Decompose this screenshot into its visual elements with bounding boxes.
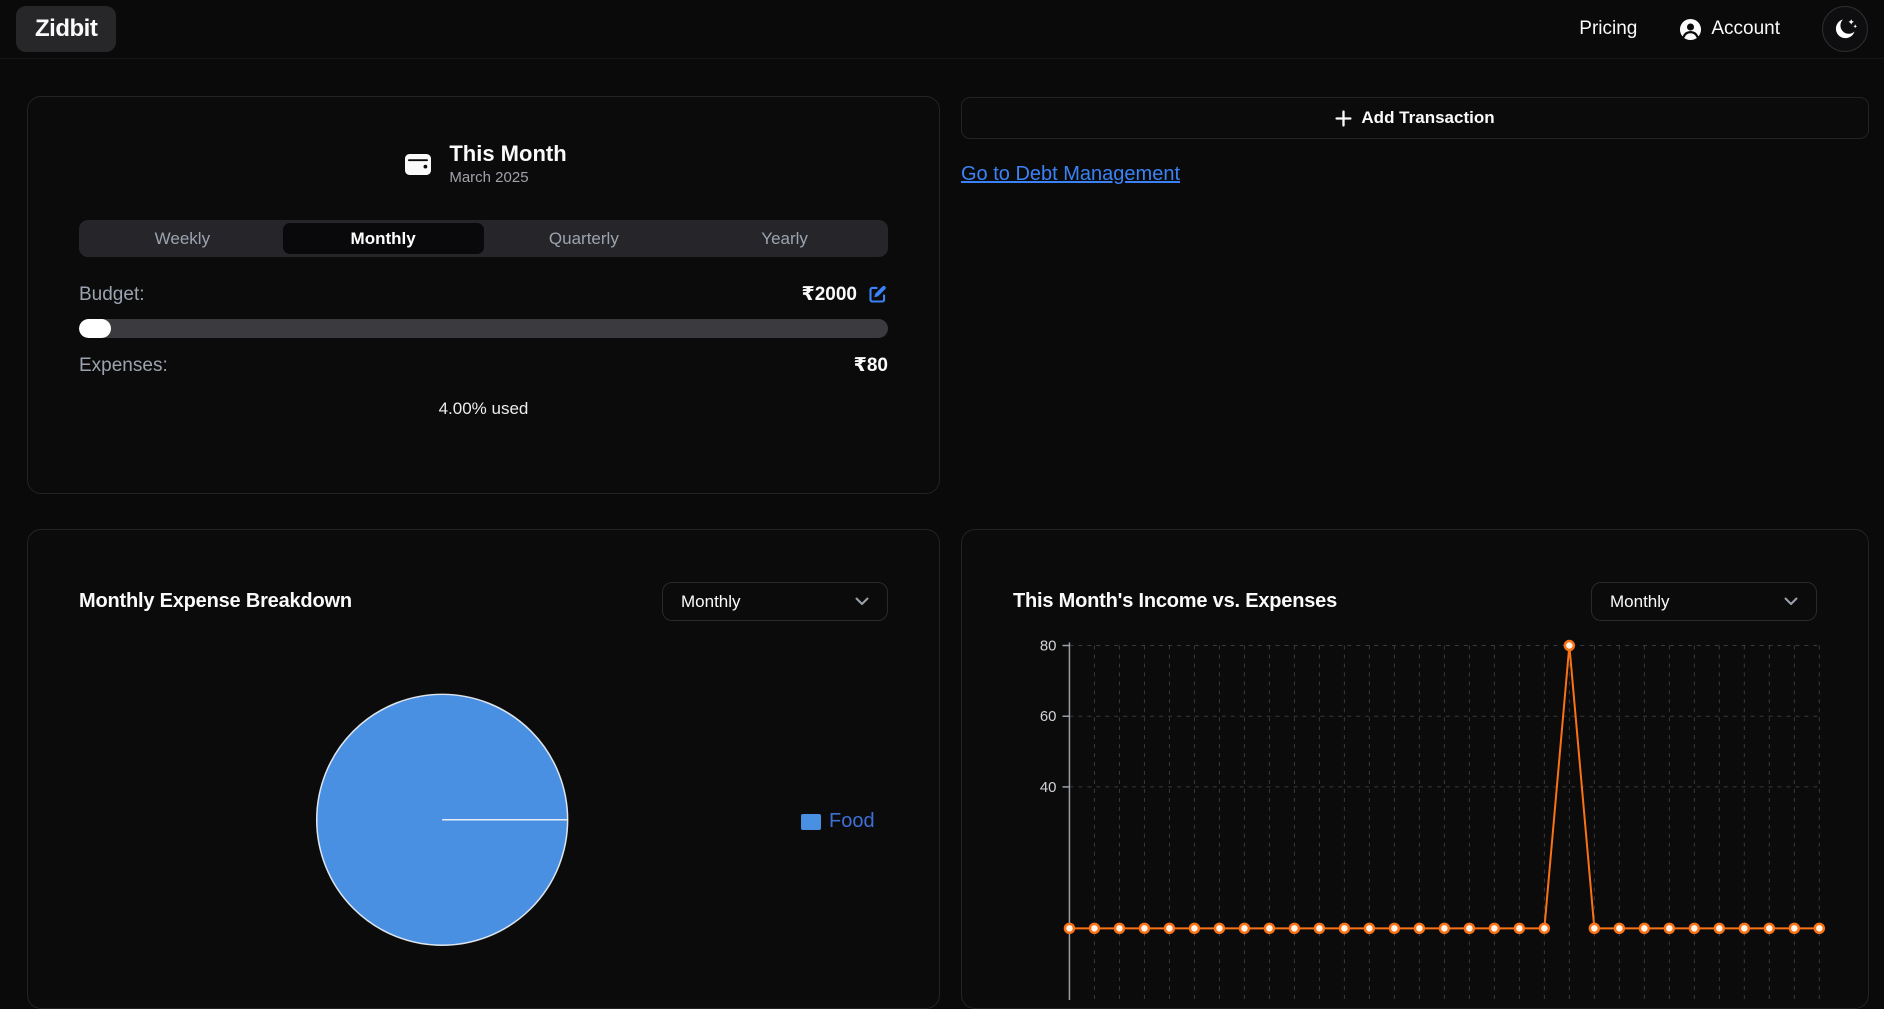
- edit-budget-icon[interactable]: [867, 284, 888, 305]
- tab-weekly[interactable]: Weekly: [82, 223, 283, 254]
- plus-icon: [1335, 109, 1352, 127]
- legend-item-food[interactable]: Food: [801, 810, 875, 833]
- svg-text:80: 80: [1040, 637, 1057, 654]
- income-card-title: This Month's Income vs. Expenses: [1013, 590, 1338, 612]
- percent-used-text: 4.00% used: [438, 399, 529, 419]
- card-title: This Month: [449, 141, 567, 166]
- pie-legend: Food: [801, 810, 875, 833]
- navbar-right: Pricing Account: [1579, 6, 1868, 52]
- expenses-row: Expenses: ₹80: [79, 354, 888, 377]
- expense-breakdown-card: Monthly Expense Breakdown Monthly Food: [27, 529, 940, 1009]
- chevron-down-icon: [1784, 597, 1798, 605]
- chevron-down-icon: [855, 597, 869, 605]
- budget-card-header: This Month March 2025: [79, 141, 888, 186]
- legend-swatch: [801, 813, 821, 830]
- add-transaction-label: Add Transaction: [1361, 108, 1495, 127]
- add-transaction-button[interactable]: Add Transaction: [961, 97, 1869, 139]
- svg-text:60: 60: [1040, 708, 1057, 725]
- period-tabs: Weekly Monthly Quarterly Yearly: [79, 220, 888, 258]
- navbar: Zidbit Pricing Account: [0, 0, 1884, 59]
- theme-toggle-button[interactable]: [1822, 6, 1868, 52]
- income-card-header: This Month's Income vs. Expenses Monthly: [1013, 582, 1817, 621]
- card-subtitle: March 2025: [449, 169, 529, 187]
- budget-value: ₹2000: [802, 283, 889, 306]
- income-period-select[interactable]: Monthly: [1591, 582, 1817, 621]
- tab-yearly[interactable]: Yearly: [684, 223, 885, 254]
- svg-text:40: 40: [1040, 779, 1057, 796]
- expenses-label: Expenses:: [79, 354, 168, 376]
- budget-progress-bar: [79, 319, 888, 339]
- account-icon: [1680, 18, 1702, 40]
- expense-card-header: Monthly Expense Breakdown Monthly: [79, 582, 888, 621]
- budget-card-heading: This Month March 2025: [449, 141, 566, 186]
- tab-monthly[interactable]: Monthly: [282, 223, 484, 255]
- budget-label: Budget:: [79, 283, 145, 305]
- legend-label: Food: [829, 810, 875, 832]
- income-expense-card: This Month's Income vs. Expenses Monthly…: [961, 529, 1869, 1009]
- budget-row: Budget: ₹2000: [79, 283, 888, 306]
- expense-period-value: Monthly: [681, 591, 741, 611]
- income-period-value: Monthly: [1610, 591, 1670, 611]
- debt-management-link[interactable]: Go to Debt Management: [961, 163, 1180, 186]
- budget-progress-fill: [79, 319, 112, 339]
- expense-period-select[interactable]: Monthly: [662, 582, 888, 621]
- tab-quarterly[interactable]: Quarterly: [484, 223, 685, 254]
- nav-account[interactable]: Account: [1679, 18, 1780, 41]
- budget-summary-card: This Month March 2025 Weekly Monthly Quart…: [27, 96, 940, 494]
- budget-amount: ₹2000: [801, 284, 858, 306]
- account-label: Account: [1711, 18, 1780, 39]
- brand-logo[interactable]: Zidbit: [16, 6, 117, 52]
- expense-card-title: Monthly Expense Breakdown: [79, 590, 352, 612]
- expenses-value: ₹80: [853, 355, 888, 377]
- nav-link-pricing[interactable]: Pricing: [1579, 18, 1637, 40]
- moon-icon: [1835, 19, 1858, 39]
- wallet-icon: [405, 153, 432, 175]
